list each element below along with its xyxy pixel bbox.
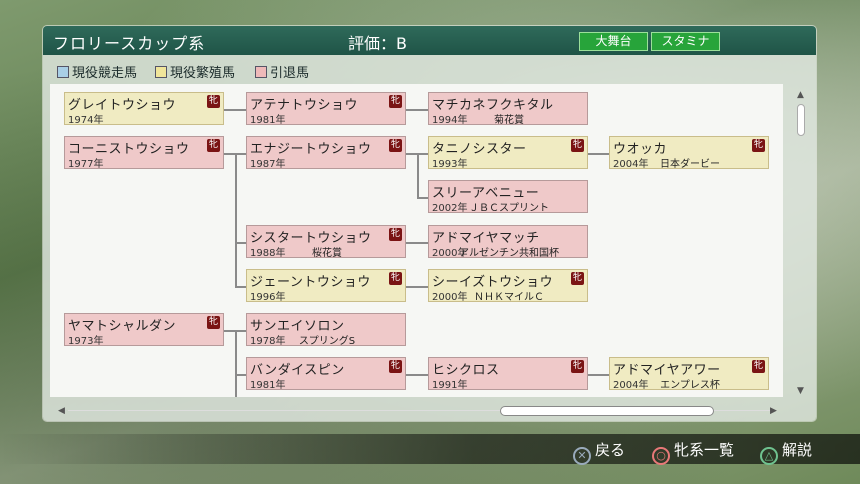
- horse-card[interactable]: タニノシスター牝 1993年: [428, 136, 588, 170]
- lineage-title: フロリースカップ系: [53, 34, 206, 53]
- button-prompt-bar: ✕ 戻る ○ 牝系一覧 △ 解説: [0, 434, 860, 465]
- horse-card[interactable]: アドマイヤマッチ 2000年 アルゼンチン共和国杯: [428, 225, 588, 259]
- horizontal-scrollbar[interactable]: ◀ ▶: [58, 406, 780, 416]
- birth-year: 1987年: [250, 159, 286, 170]
- birth-year: 1981年: [250, 380, 286, 391]
- horse-card[interactable]: アテナトウショウ牝 1981年: [246, 92, 406, 126]
- vertical-scrollbar[interactable]: ▲ ▼: [797, 90, 805, 396]
- connector-line: [587, 153, 609, 155]
- major-win-title: スプリングS: [298, 336, 356, 347]
- horse-card[interactable]: シスタートウショウ牝 1988年 桜花賞: [246, 225, 406, 259]
- trait-tag-stamina: スタミナ: [651, 32, 720, 51]
- scroll-up-arrow-icon[interactable]: ▲: [797, 90, 804, 100]
- horse-card[interactable]: ウオッカ牝 2004年 日本ダービー: [609, 136, 769, 170]
- major-win-title: 日本ダービー: [660, 159, 720, 170]
- female-mark-icon: 牝: [571, 360, 584, 373]
- horse-card[interactable]: スリーアベニュー 2002年 ＪＢＣスプリント: [428, 180, 588, 214]
- lineage-rating: 評価：B: [348, 34, 407, 53]
- back-button[interactable]: ✕ 戻る: [573, 439, 625, 465]
- scroll-right-arrow-icon[interactable]: ▶: [770, 406, 777, 416]
- female-mark-icon: 牝: [207, 316, 220, 329]
- horse-card[interactable]: サンエイソロン 1978年 スプリングS: [246, 313, 406, 347]
- lineage-list-button[interactable]: ○ 牝系一覧: [652, 439, 734, 465]
- major-win-title: 菊花賞: [494, 115, 524, 126]
- birth-year: 1991年: [432, 380, 468, 391]
- legend-item-retired: 引退馬: [255, 62, 309, 81]
- female-mark-icon: 牝: [389, 272, 402, 285]
- female-mark-icon: 牝: [389, 95, 402, 108]
- connector-line: [406, 374, 428, 376]
- female-mark-icon: 牝: [571, 139, 584, 152]
- major-win-title: アルゼンチン共和国杯: [459, 248, 559, 259]
- female-mark-icon: 牝: [571, 272, 584, 285]
- legend-swatch: [57, 66, 69, 78]
- major-win-title: ＪＢＣスプリント: [469, 203, 549, 214]
- connector-line: [406, 109, 428, 111]
- horse-card[interactable]: アドマイヤアワー牝 2004年 エンプレス杯: [609, 357, 769, 391]
- scroll-left-arrow-icon[interactable]: ◀: [58, 406, 65, 416]
- birth-year: 1996年: [250, 292, 286, 303]
- connector-line: [406, 242, 428, 244]
- female-mark-icon: 牝: [752, 139, 765, 152]
- legend-swatch: [255, 66, 267, 78]
- horse-card[interactable]: ヒシクロス牝 1991年: [428, 357, 588, 391]
- circle-button-icon: ○: [652, 447, 670, 465]
- horse-card[interactable]: ジェーントウショウ牝 1996年: [246, 269, 406, 303]
- connector-line: [224, 109, 246, 111]
- connector-line: [235, 153, 237, 288]
- birth-year: 1973年: [68, 336, 104, 347]
- connector-line: [406, 286, 428, 288]
- female-mark-icon: 牝: [207, 139, 220, 152]
- scroll-down-arrow-icon[interactable]: ▼: [797, 386, 804, 396]
- connector-line: [235, 242, 246, 244]
- female-mark-icon: 牝: [752, 360, 765, 373]
- major-win-title: ＮＨＫマイルＣ: [474, 292, 544, 303]
- birth-year: 1974年: [68, 115, 104, 126]
- horse-card[interactable]: バンダイスピン牝 1981年: [246, 357, 406, 391]
- female-mark-icon: 牝: [207, 95, 220, 108]
- triangle-button-icon: △: [760, 447, 778, 465]
- connector-line: [235, 286, 246, 288]
- female-mark-icon: 牝: [389, 360, 402, 373]
- birth-year: 1993年: [432, 159, 468, 170]
- horse-card[interactable]: ヤマトシャルダン牝 1973年: [64, 313, 224, 347]
- horse-card[interactable]: マチカネフクキタル 1994年 菊花賞: [428, 92, 588, 126]
- major-win-title: 桜花賞: [312, 248, 342, 259]
- female-mark-icon: 牝: [389, 228, 402, 241]
- horizontal-scroll-thumb[interactable]: [500, 406, 714, 416]
- birth-year: 1981年: [250, 115, 286, 126]
- birth-year: 1977年: [68, 159, 104, 170]
- connector-line: [417, 153, 419, 199]
- horse-card[interactable]: コーニストウショウ牝 1977年: [64, 136, 224, 170]
- horse-card[interactable]: エナジートウショウ牝 1987年: [246, 136, 406, 170]
- vertical-scroll-thumb[interactable]: [797, 104, 805, 136]
- help-button[interactable]: △ 解説: [760, 439, 812, 465]
- panel-header: フロリースカップ系 評価：B 大舞台 スタミナ: [43, 26, 816, 55]
- legend-item-active-racer: 現役競走馬: [57, 62, 137, 81]
- connector-line: [235, 330, 237, 397]
- horse-card[interactable]: シーイズトウショウ牝 2000年 ＮＨＫマイルＣ: [428, 269, 588, 303]
- major-win-title: エンプレス杯: [660, 380, 720, 391]
- connector-line: [587, 374, 609, 376]
- legend-item-active-broodmare: 現役繁殖馬: [155, 62, 235, 81]
- female-mark-icon: 牝: [389, 139, 402, 152]
- pedigree-tree[interactable]: グレイトウショウ牝 1974年 コーニストウショウ牝 1977年 ヤマトシャルダン牝…: [50, 84, 783, 397]
- legend-swatch: [155, 66, 167, 78]
- connector-line: [417, 197, 428, 199]
- connector-line: [235, 374, 246, 376]
- trait-tag-big-stage: 大舞台: [579, 32, 648, 51]
- cross-button-icon: ✕: [573, 447, 591, 465]
- horse-card[interactable]: グレイトウショウ牝 1974年: [64, 92, 224, 126]
